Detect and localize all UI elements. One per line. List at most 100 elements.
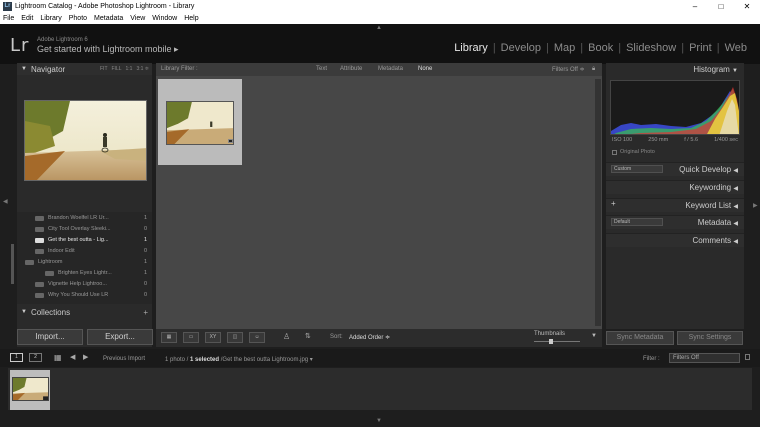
import-button[interactable]: Import... [17, 329, 83, 345]
filter-none[interactable]: None [418, 66, 432, 72]
sort-order-select[interactable]: Added Order ≑ [349, 334, 390, 341]
zoom-fit[interactable]: FIT [100, 66, 108, 72]
folders-scrollbar[interactable] [11, 244, 14, 284]
folder-row[interactable]: Indoor Edit 0 [17, 246, 152, 256]
thumbnail-size-slider[interactable] [534, 341, 580, 342]
people-view-icon[interactable]: ☺ [249, 332, 265, 343]
folder-icon [35, 215, 44, 221]
close-button[interactable]: ✕ [734, 0, 760, 13]
comments-header[interactable]: Comments ◀ [606, 233, 744, 247]
second-screen-button[interactable]: 2 [29, 353, 42, 362]
filmstrip-filter-select[interactable]: Filters Off [669, 353, 740, 363]
folder-row[interactable]: Vignette Help Lightroo... 0 [17, 279, 152, 289]
right-panel-toggle-icon[interactable]: ▶ [753, 202, 758, 209]
left-panel-toggle-icon[interactable]: ◀ [3, 198, 8, 205]
lock-icon[interactable]: 🔒︎ [592, 66, 595, 73]
menu-metadata[interactable]: Metadata [94, 15, 123, 22]
sync-metadata-button[interactable]: Sync Metadata [606, 331, 674, 345]
aperture-value: f / 5.6 [684, 137, 699, 143]
metadata-preset-select[interactable]: Default [611, 218, 663, 226]
bottom-panel-toggle-icon[interactable]: ▼ [376, 418, 382, 424]
filter-metadata[interactable]: Metadata [378, 66, 403, 72]
focal-length-value: 250 mm [648, 137, 669, 143]
module-develop[interactable]: Develop [496, 42, 546, 54]
original-photo-checkbox[interactable]: Original Photo [612, 149, 655, 155]
collections-title: Collections [30, 307, 71, 317]
main-screen-button[interactable]: 1 [10, 353, 23, 362]
back-arrow-icon[interactable]: ◀ [70, 353, 75, 361]
status-filename: /Get the best outta Lightroom.jpg ▾ [219, 357, 313, 363]
source-label[interactable]: Previous Import [103, 356, 145, 362]
keywording-header[interactable]: Keywording ◀ [606, 180, 744, 194]
folder-row[interactable]: Brighten Eyes Lightr... 1 [17, 268, 152, 278]
histogram-graph[interactable] [610, 80, 740, 135]
library-filter-label: Library Filter : [161, 66, 198, 72]
histogram-header[interactable]: Histogram ▼ [606, 63, 744, 77]
module-library[interactable]: Library [449, 42, 493, 54]
folder-row[interactable]: Why You Should Use LR 0 [17, 290, 152, 300]
folder-name: Lightroom [38, 259, 63, 265]
grid-scrollbar[interactable] [595, 79, 601, 326]
zoom-3-1[interactable]: 3:1 ≑ [136, 66, 149, 72]
forward-arrow-icon[interactable]: ▶ [83, 353, 88, 361]
quick-develop-title: Quick Develop [679, 165, 732, 174]
filter-text[interactable]: Text [316, 66, 327, 72]
filmstrip-filter-label: Filter : [643, 356, 660, 362]
module-web[interactable]: Web [720, 42, 752, 54]
menu-edit[interactable]: Edit [21, 15, 33, 22]
module-slideshow[interactable]: Slideshow [621, 42, 681, 54]
window-title-bar: Lr Lightroom Catalog - Adobe Photoshop L… [0, 0, 760, 13]
zoom-1-1[interactable]: 1:1 [126, 66, 133, 72]
window-title: Lightroom Catalog - Adobe Photoshop Ligh… [15, 3, 195, 10]
survey-view-icon[interactable]: ◫ [227, 332, 243, 343]
sync-settings-button[interactable]: Sync Settings [677, 331, 743, 345]
module-print[interactable]: Print [684, 42, 717, 54]
navigator-preview-image[interactable] [24, 100, 147, 181]
toolbar-menu-icon[interactable]: ▼ [591, 333, 597, 339]
folder-row[interactable]: City Tool Overlay Sleeki... 0 [17, 224, 152, 234]
menu-photo[interactable]: Photo [69, 15, 87, 22]
folder-name: Why You Should Use LR [48, 292, 109, 298]
filter-attribute[interactable]: Attribute [340, 66, 362, 72]
filmstrip-thumbnail[interactable] [12, 377, 49, 401]
version-label: Adobe Lightroom 6 [37, 37, 88, 43]
loupe-view-icon[interactable]: ▭ [183, 332, 199, 343]
module-book[interactable]: Book [583, 42, 618, 54]
compare-view-icon[interactable]: XY [205, 332, 221, 343]
sort-label: Sort: [330, 334, 343, 340]
navigator-header[interactable]: ▼ Navigator FIT FILL 1:1 3:1 ≑ [17, 63, 152, 75]
mobile-link[interactable]: Get started with Lightroom mobile ▸ [37, 44, 179, 55]
filter-lock-icon[interactable] [745, 354, 750, 360]
collections-header[interactable]: ▼ Collections + [17, 306, 152, 318]
minimize-button[interactable]: – [682, 0, 708, 13]
sort-direction-icon[interactable]: ⇅ [305, 332, 311, 340]
menu-library[interactable]: Library [40, 15, 61, 22]
thumbnail-size-knob[interactable] [548, 339, 553, 344]
folder-name: Vignette Help Lightroo... [48, 281, 107, 287]
menu-view[interactable]: View [130, 15, 145, 22]
zoom-fill[interactable]: FILL [112, 66, 122, 72]
folder-row[interactable]: Lightroom 1 [17, 257, 152, 267]
add-collection-button[interactable]: + [143, 308, 148, 317]
folder-row[interactable]: Brandon Woelfel LR Ur... 1 [17, 213, 152, 223]
filters-off-toggle[interactable]: Filters Off ≑ [552, 66, 585, 73]
maximize-button[interactable]: □ [708, 0, 734, 13]
menu-help[interactable]: Help [184, 15, 198, 22]
top-panel-toggle-icon[interactable]: ▲ [376, 25, 382, 31]
keyword-list-header[interactable]: Keyword List ◀ [606, 198, 744, 212]
quick-develop-preset-select[interactable]: Custom [611, 165, 663, 173]
add-keyword-button[interactable]: + [611, 199, 616, 208]
grid-icon[interactable]: ▦ [54, 353, 62, 362]
folder-count: 0 [143, 226, 147, 232]
menu-window[interactable]: Window [152, 15, 177, 22]
cyclist-photo [13, 378, 48, 400]
folder-count: 0 [143, 281, 147, 287]
grid-view-icon[interactable]: ▦ [161, 332, 177, 343]
grid-thumbnail[interactable] [166, 101, 234, 145]
export-button[interactable]: Export... [87, 329, 153, 345]
menu-file[interactable]: File [3, 15, 14, 22]
selection-status[interactable]: 1 photo / 1 selected /Get the best outta… [165, 356, 313, 363]
folder-row-selected[interactable]: Get the best outta - Lig... 1 [17, 235, 152, 245]
module-map[interactable]: Map [549, 42, 580, 54]
painter-icon[interactable]: ♙ [283, 332, 290, 341]
